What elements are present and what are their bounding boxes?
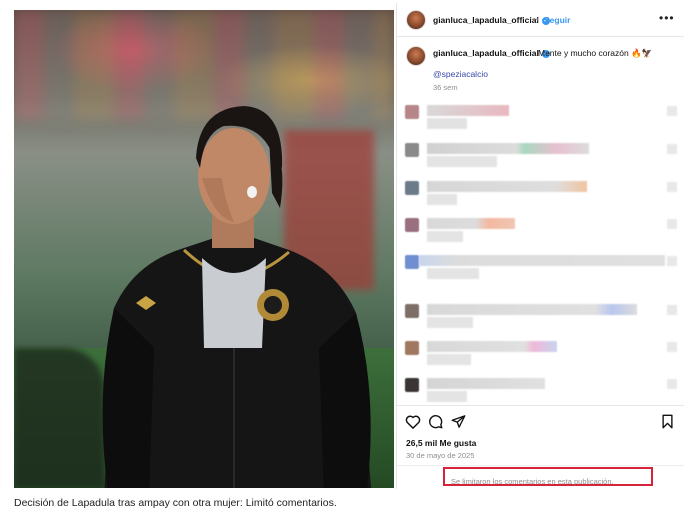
list-item (405, 103, 677, 131)
follow-button[interactable]: Seguir (544, 15, 570, 25)
comment-blurred-text (427, 105, 509, 116)
caption-username[interactable]: gianluca_lapadula_official ✓ (433, 48, 550, 58)
list-item (405, 339, 677, 367)
post-header: gianluca_lapadula_official ✓ • Seguir ••• (397, 3, 684, 37)
username-text: gianluca_lapadula_official (433, 15, 539, 25)
list-item (405, 141, 677, 169)
comment-like-icon[interactable] (667, 256, 677, 266)
separator-dot: • (536, 15, 539, 24)
comment-blurred-text (419, 255, 665, 266)
more-options-icon[interactable]: ••• (659, 11, 675, 25)
comment-blurred-meta (427, 194, 457, 205)
caption-username-text: gianluca_lapadula_official (433, 48, 539, 58)
list-item (405, 302, 677, 330)
list-item (405, 216, 677, 244)
post-date: 30 de mayo de 2025 (406, 451, 475, 460)
comment-like-icon[interactable] (667, 379, 677, 389)
comment-avatar (405, 304, 419, 318)
comment-like-icon[interactable] (667, 106, 677, 116)
comment-avatar (405, 143, 419, 157)
comment-avatar (405, 105, 419, 119)
comment-avatar (405, 255, 419, 269)
username-link[interactable]: gianluca_lapadula_official ✓ (433, 15, 550, 25)
comment-like-icon[interactable] (667, 342, 677, 352)
post-photo (14, 10, 394, 488)
likes-count[interactable]: 26,5 mil Me gusta (406, 438, 476, 448)
list-item (405, 376, 677, 404)
player-figure (102, 106, 372, 488)
divider (397, 465, 684, 466)
comment-avatar (405, 218, 419, 232)
comment-blurred-text (427, 143, 589, 154)
comment-blurred-text (427, 304, 637, 315)
comments-limited-notice: Se limitaron los comentarios en esta pub… (451, 477, 614, 486)
comment-avatar (405, 341, 419, 355)
time-ago: 36 sem (433, 83, 458, 92)
image-caption: Decisión de Lapadula tras ampay con otra… (14, 497, 337, 509)
comment-like-icon[interactable] (667, 305, 677, 315)
caption-avatar[interactable] (406, 46, 426, 66)
avatar[interactable] (406, 10, 426, 30)
comment-blurred-text (427, 218, 515, 229)
comment-blurred-meta (427, 231, 463, 242)
list-item (405, 179, 677, 207)
comment-blurred-text (427, 181, 587, 192)
comment-blurred-meta (427, 118, 467, 129)
comment-avatar (405, 181, 419, 195)
comment-icon[interactable] (428, 414, 443, 429)
comment-blurred-meta (427, 354, 471, 365)
list-item (405, 253, 677, 281)
caption-text: Mente y mucho corazón 🔥🦅 (538, 48, 653, 58)
comment-blurred-meta (427, 317, 473, 328)
comment-avatar (405, 378, 419, 392)
comment-blurred-text (427, 341, 557, 352)
comment-blurred-meta (427, 268, 479, 279)
bookmark-icon[interactable] (661, 414, 674, 429)
heart-icon[interactable] (405, 414, 421, 429)
comment-like-icon[interactable] (667, 144, 677, 154)
mention-link[interactable]: @speziacalcio (433, 69, 488, 79)
comment-blurred-text (427, 378, 545, 389)
comment-blurred-meta (427, 156, 497, 167)
instagram-post-panel: gianluca_lapadula_official ✓ • Seguir •••… (396, 3, 684, 489)
share-icon[interactable] (451, 414, 466, 429)
comment-like-icon[interactable] (667, 182, 677, 192)
comment-like-icon[interactable] (667, 219, 677, 229)
comment-blurred-meta (427, 391, 467, 402)
